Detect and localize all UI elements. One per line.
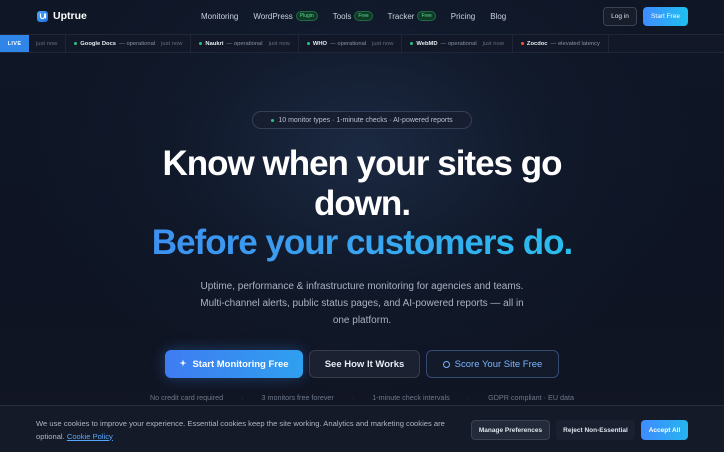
hero-subtitle: Uptime, performance & infrastructure mon… [200,281,524,326]
chip-text: 10 monitor types · 1-minute checks · AI-… [278,116,453,124]
ticker-time: just now [161,40,183,47]
plugin-badge: Plugin [295,11,318,21]
top-navigation: Uptrue Monitoring WordPress Plugin Tools F… [0,0,724,34]
login-button[interactable]: Log in [603,7,637,26]
fact-item: No credit card required [149,393,224,402]
ticker-item: WHO — operational just now [299,35,403,52]
ticker-time: just now [372,40,394,47]
status-dot-icon [199,42,203,45]
see-how-it-works-button[interactable]: See How It Works [309,350,420,378]
fact-separator: · [467,393,471,402]
ticker-status: — elevated latency [550,40,600,47]
free-badge: Free [354,11,373,21]
ticker-site-name: Naukri [205,40,224,47]
ticker-site-name: Google Docs [80,40,117,47]
start-free-button[interactable]: Start Free [643,7,688,26]
ticker-item: WebMD — operational just now [402,35,513,52]
fact-item: 3 monitors free forever [261,393,334,402]
cookie-policy-link[interactable]: Cookie Policy [67,432,113,441]
brand-logo[interactable]: Uptrue [37,10,87,22]
ticker-site-name: WebMD [416,40,438,47]
ticker-status: — operational [226,40,263,47]
status-dot-icon [306,42,310,45]
cookie-banner: We use cookies to improve your experienc… [0,405,724,452]
nav-link-label: Pricing [450,11,476,21]
ticker-item: Naukri — operational just now [191,35,299,52]
ticker-time: just now [36,40,58,47]
fact-item: GDPR compliant · EU data [488,393,575,402]
live-badge: LIVE [0,35,29,52]
status-dot-icon [410,42,414,45]
uptrue-logo-icon [37,10,48,22]
accept-all-button[interactable]: Accept All [641,420,688,440]
fact-separator: · [351,393,355,402]
nav-link-blog[interactable]: Blog [490,12,506,21]
nav-links: Monitoring WordPress Plugin Tools Free Tra… [201,11,506,21]
ticker-status: — operational [330,40,367,47]
reject-non-essential-button[interactable]: Reject Non-Essential [556,420,635,440]
start-monitoring-button[interactable]: Start Monitoring Free [165,350,303,378]
nav-link-pricing[interactable]: Pricing [451,12,475,21]
nav-link-tracker[interactable]: Tracker Free [388,11,436,21]
nav-link-label: Monitoring [201,11,239,21]
ticker-time: just now [268,40,290,47]
ticker-status: — operational [119,40,156,47]
chip-dot-icon [271,118,275,122]
nav-link-label: Tools [332,11,352,21]
ticker-time: just now [482,40,504,47]
ticker-site-name: WHO [312,40,328,47]
circle-icon [442,360,450,368]
status-dot-icon [74,42,78,45]
status-ticker: LIVE just now Google Docs — operational … [0,34,724,53]
cta-primary-label: Start Monitoring Free [192,358,289,370]
status-dot-icon [520,42,524,45]
headline-gradient: Before your customers do. [0,223,724,263]
headline-line-1: Know when your sites go [162,144,563,183]
ticker-item: Zocdoc — elevated latency [513,35,609,52]
nav-link-label: WordPress [253,11,293,21]
headline-line-2: down. [313,184,411,223]
trust-facts: No credit card required · 3 monitors fre… [0,393,724,402]
free-badge: Free [417,11,436,21]
fact-separator: · [241,393,244,402]
nav-link-label: Blog [490,11,507,21]
feature-chip: 10 monitor types · 1-minute checks · AI-… [252,111,472,129]
nav-link-monitoring[interactable]: Monitoring [201,12,238,21]
brand-name: Uptrue [53,10,87,22]
manage-preferences-button[interactable]: Manage Preferences [471,420,550,440]
ticker-status: — operational [440,40,477,47]
ticker-site-name: Zocdoc [526,40,548,47]
score-your-site-button[interactable]: Score Your Site Free [426,350,559,378]
nav-link-wordpress[interactable]: WordPress Plugin [253,11,318,21]
nav-link-label: Tracker [387,11,415,21]
fact-item: 1-minute check intervals [372,393,450,402]
ticker-item: Google Docs — operational just now [66,35,192,52]
cta-tertiary-label: Score Your Site Free [454,358,543,370]
ticker-item-partial: just now [29,35,67,52]
nav-link-tools[interactable]: Tools Free [333,11,373,21]
sparkle-icon [179,359,187,370]
cookie-message: We use cookies to improve your experienc… [36,418,454,443]
